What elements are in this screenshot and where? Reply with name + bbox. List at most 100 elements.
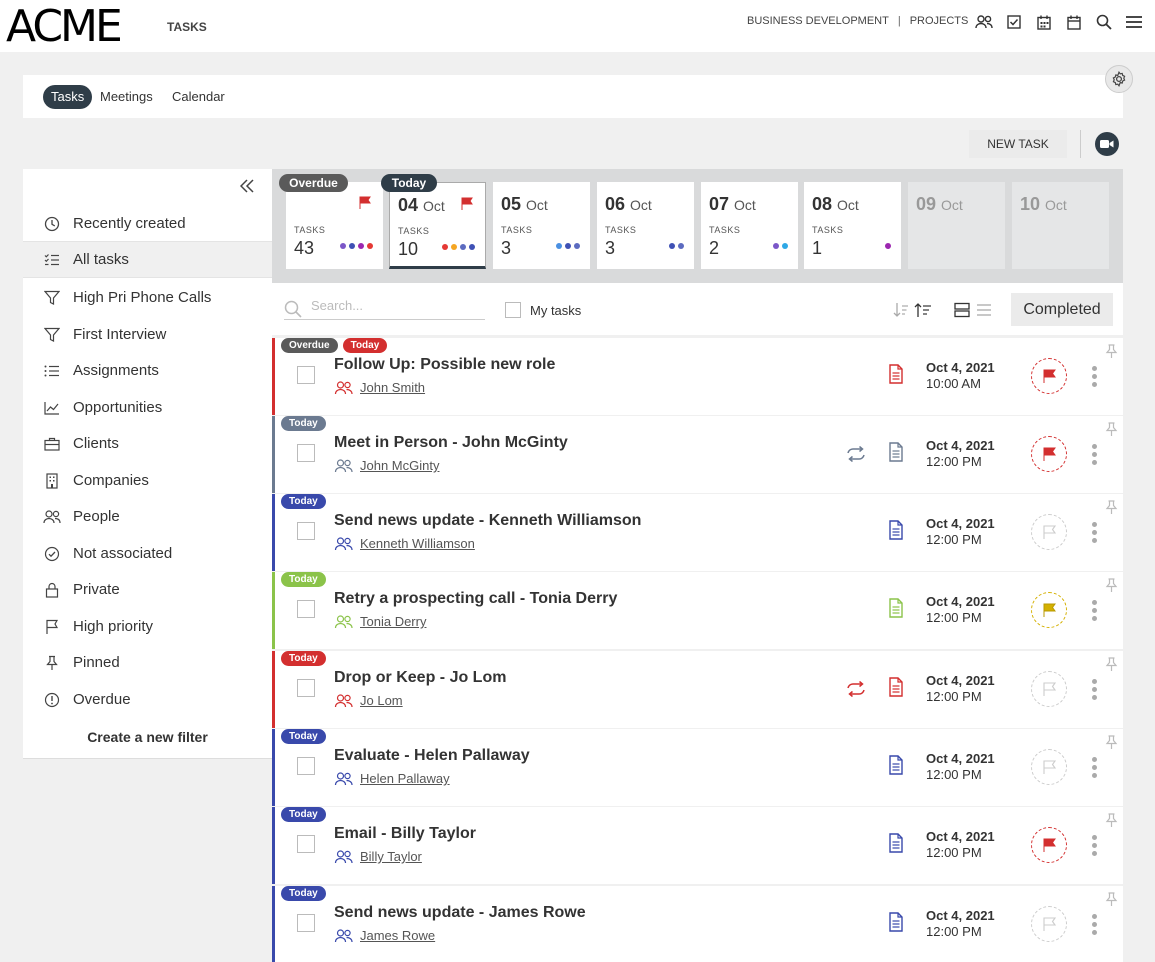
task-contact[interactable]: Helen Pallaway [334,771,450,786]
more-options-icon[interactable] [1092,600,1097,621]
task-row[interactable]: Overdue Today Follow Up: Possible new role… [272,338,1123,415]
my-tasks-filter[interactable]: My tasks [505,302,581,318]
sidebar-item-all-tasks[interactable]: All tasks [23,241,272,278]
task-contact[interactable]: John McGinty [334,458,439,473]
document-icon[interactable] [889,833,903,853]
sidebar-item-overdue[interactable]: Overdue [23,681,272,718]
sidebar-item-assignments[interactable]: Assignments [23,352,272,389]
task-title[interactable]: Drop or Keep - Jo Lom [334,669,506,687]
document-icon[interactable] [889,442,903,462]
sidebar-item-pinned[interactable]: Pinned [23,644,272,681]
priority-flag-button[interactable] [1031,592,1067,628]
sort-ascending-icon[interactable] [914,302,932,318]
task-contact[interactable]: John Smith [334,380,425,395]
more-options-icon[interactable] [1092,522,1097,543]
menu-icon[interactable] [1124,12,1144,32]
sidebar-item-clients[interactable]: Clients [23,425,272,462]
more-options-icon[interactable] [1092,914,1097,935]
more-options-icon[interactable] [1092,757,1097,778]
date-card-overdue[interactable]: TASKS 43 [286,182,383,269]
document-icon[interactable] [889,755,903,775]
priority-flag-button[interactable] [1031,514,1067,550]
task-contact[interactable]: Jo Lom [334,693,403,708]
nav-projects[interactable]: PROJECTS [910,15,969,27]
checkbox-icon[interactable] [1004,12,1024,32]
task-title[interactable]: Send news update - James Rowe [334,904,586,922]
task-checkbox[interactable] [297,757,315,775]
date-card-10-oct[interactable]: 10 Oct [1012,182,1109,269]
task-contact[interactable]: Billy Taylor [334,849,422,864]
list-view-icon[interactable] [976,303,992,317]
contact-name-link[interactable]: John McGinty [360,458,439,473]
sidebar-item-high-priority[interactable]: High priority [23,608,272,645]
tab-calendar[interactable]: Calendar [164,85,233,109]
more-options-icon[interactable] [1092,679,1097,700]
document-icon[interactable] [889,520,903,540]
pin-icon[interactable] [1105,500,1118,515]
task-title[interactable]: Meet in Person - John McGinty [334,434,568,452]
document-icon[interactable] [889,677,903,697]
priority-flag-button[interactable] [1031,436,1067,472]
contact-name-link[interactable]: John Smith [360,380,425,395]
task-title[interactable]: Email - Billy Taylor [334,825,476,843]
pin-icon[interactable] [1105,422,1118,437]
task-contact[interactable]: Tonia Derry [334,614,426,629]
document-icon[interactable] [889,912,903,932]
priority-flag-button[interactable] [1031,906,1067,942]
date-card-09-oct[interactable]: 09 Oct [908,182,1005,269]
people-icon[interactable] [974,12,994,32]
pin-icon[interactable] [1105,344,1118,359]
search-input[interactable] [311,298,481,313]
pin-icon[interactable] [1105,657,1118,672]
sidebar-item-not-associated[interactable]: Not associated [23,535,272,572]
tab-meetings[interactable]: Meetings [92,85,161,109]
task-row[interactable]: Today Send news update - James Rowe James … [272,886,1123,962]
task-checkbox[interactable] [297,522,315,540]
contact-name-link[interactable]: Helen Pallaway [360,771,450,786]
contact-name-link[interactable]: Jo Lom [360,693,403,708]
task-row[interactable]: Today Retry a prospecting call - Tonia De… [272,572,1123,649]
sort-descending-icon[interactable] [893,302,909,318]
priority-flag-button[interactable] [1031,671,1067,707]
contact-name-link[interactable]: Billy Taylor [360,849,422,864]
tab-tasks[interactable]: Tasks [43,85,93,109]
priority-flag-button[interactable] [1031,827,1067,863]
contact-name-link[interactable]: James Rowe [360,928,435,943]
new-task-button[interactable]: NEW TASK [969,130,1067,158]
settings-button[interactable] [1105,65,1133,93]
create-filter-link[interactable]: Create a new filter [23,729,272,745]
document-icon[interactable] [889,598,903,618]
sidebar-item-companies[interactable]: Companies [23,462,272,499]
task-contact[interactable]: Kenneth Williamson [334,536,475,551]
task-row[interactable]: Today Evaluate - Helen Pallaway Helen Pall… [272,729,1123,806]
task-title[interactable]: Evaluate - Helen Pallaway [334,747,530,765]
more-options-icon[interactable] [1092,835,1097,856]
nav-business-development[interactable]: BUSINESS DEVELOPMENT [747,15,889,27]
task-contact[interactable]: James Rowe [334,928,435,943]
calendar-icon[interactable] [1064,12,1084,32]
task-checkbox[interactable] [297,444,315,462]
sidebar-item-recently-created[interactable]: Recently created [23,205,272,242]
completed-filter-button[interactable]: Completed [1011,293,1113,326]
task-title[interactable]: Retry a prospecting call - Tonia Derry [334,590,617,608]
more-options-icon[interactable] [1092,366,1097,387]
sidebar-item-people[interactable]: People [23,498,272,535]
task-checkbox[interactable] [297,679,315,697]
task-row[interactable]: Today Drop or Keep - Jo Lom Jo Lom Oct 4, 2… [272,651,1123,728]
pin-icon[interactable] [1105,892,1118,907]
priority-flag-button[interactable] [1031,749,1067,785]
search-icon[interactable] [1094,12,1114,32]
calendar-grid-icon[interactable] [1034,12,1054,32]
pin-icon[interactable] [1105,735,1118,750]
task-row[interactable]: Today Meet in Person - John McGinty John M… [272,416,1123,493]
acme-logo[interactable]: ACME [6,5,146,49]
date-card-07-oct[interactable]: 07 Oct TASKS 2 [701,182,798,269]
date-card-08-oct[interactable]: 08 Oct TASKS 1 [804,182,901,269]
task-title[interactable]: Send news update - Kenneth Williamson [334,512,641,530]
more-options-icon[interactable] [1092,444,1097,465]
video-button[interactable] [1095,132,1119,156]
pin-icon[interactable] [1105,578,1118,593]
collapse-sidebar-button[interactable] [240,178,254,194]
document-icon[interactable] [889,364,903,384]
my-tasks-checkbox[interactable] [505,302,521,318]
